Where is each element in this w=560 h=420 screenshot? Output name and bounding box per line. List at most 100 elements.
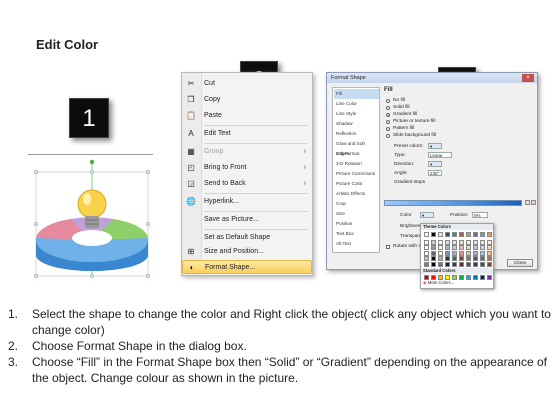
theme-color-swatch[interactable] — [438, 239, 443, 245]
theme-color-swatch[interactable] — [452, 256, 457, 261]
theme-color-swatch[interactable] — [466, 256, 471, 261]
theme-color-swatch[interactable] — [452, 232, 457, 237]
remove-stop-button[interactable] — [531, 200, 536, 205]
menu-item-format-shape[interactable]: ◐ Format Shape... — [182, 260, 312, 274]
standard-color-swatch[interactable] — [466, 275, 471, 280]
theme-color-swatch[interactable] — [480, 239, 485, 245]
radio-pattern-fill[interactable] — [386, 127, 390, 131]
theme-color-swatch[interactable] — [431, 250, 436, 256]
theme-color-swatch[interactable] — [466, 239, 471, 245]
nav-3d-format[interactable]: 3-D Format — [334, 149, 379, 159]
theme-color-swatch[interactable] — [459, 250, 464, 256]
nav-reflection[interactable]: Reflection — [334, 129, 379, 139]
theme-color-swatch[interactable] — [480, 232, 485, 237]
theme-color-swatch[interactable] — [459, 261, 464, 267]
nav-fill[interactable]: Fill — [334, 89, 379, 99]
theme-color-swatch[interactable] — [445, 232, 450, 237]
menu-item-size-position[interactable]: ⊞ Size and Position... — [182, 245, 312, 259]
standard-color-swatch[interactable] — [452, 275, 457, 280]
menu-item-save-as-picture[interactable]: Save as Picture... — [182, 213, 312, 227]
preset-colors-picker[interactable]: ▾ — [428, 143, 442, 149]
theme-color-swatch[interactable] — [487, 245, 492, 250]
theme-color-swatch[interactable] — [424, 245, 429, 250]
theme-color-swatch[interactable] — [424, 256, 429, 261]
nav-3d-rotation[interactable]: 3-D Rotation — [334, 159, 379, 169]
close-icon[interactable]: × — [522, 74, 534, 82]
theme-color-swatch[interactable] — [459, 239, 464, 245]
theme-color-swatch[interactable] — [445, 256, 450, 261]
theme-color-swatch[interactable] — [431, 232, 436, 237]
standard-color-swatch[interactable] — [431, 275, 436, 280]
theme-color-swatch[interactable] — [473, 256, 478, 261]
standard-color-swatch[interactable] — [473, 275, 478, 280]
nav-line-style[interactable]: Line Style — [334, 109, 379, 119]
nav-shadow[interactable]: Shadow — [334, 119, 379, 129]
theme-color-swatch[interactable] — [459, 232, 464, 237]
theme-color-swatch[interactable] — [431, 239, 436, 245]
theme-color-swatch[interactable] — [452, 239, 457, 245]
menu-item-edit-text[interactable]: A Edit Text — [182, 127, 312, 141]
menu-item-hyperlink[interactable]: 🌐 Hyperlink... — [182, 195, 312, 209]
theme-color-swatch[interactable] — [452, 250, 457, 256]
theme-color-swatch[interactable] — [473, 261, 478, 267]
theme-color-swatch[interactable] — [452, 245, 457, 250]
nav-crop[interactable]: Crop — [334, 199, 379, 209]
theme-color-swatch[interactable] — [452, 261, 457, 267]
theme-color-swatch[interactable] — [438, 256, 443, 261]
theme-color-swatch[interactable] — [431, 261, 436, 267]
theme-color-swatch[interactable] — [480, 245, 485, 250]
theme-color-swatch[interactable] — [438, 261, 443, 267]
theme-color-swatch[interactable] — [438, 250, 443, 256]
type-select[interactable]: Linear — [428, 152, 452, 158]
theme-color-swatch[interactable] — [466, 250, 471, 256]
radio-solid-fill[interactable] — [386, 106, 390, 110]
standard-color-swatch[interactable] — [424, 275, 429, 280]
pie-ring-graphic[interactable] — [30, 158, 156, 282]
theme-color-swatch[interactable] — [445, 245, 450, 250]
angle-input[interactable]: 230° — [428, 170, 442, 176]
nav-artistic-effects[interactable]: Artistic Effects — [334, 189, 379, 199]
theme-color-swatch[interactable] — [480, 250, 485, 256]
nav-glow[interactable]: Glow and Soft Edges — [334, 139, 379, 156]
theme-color-swatch[interactable] — [459, 245, 464, 250]
theme-color-swatch[interactable] — [424, 250, 429, 256]
radio-gradient-fill[interactable] — [386, 113, 390, 117]
theme-color-swatch[interactable] — [424, 239, 429, 245]
more-colors-link[interactable]: ◉ More Colors... — [423, 280, 454, 285]
theme-color-swatch[interactable] — [445, 250, 450, 256]
theme-color-swatch[interactable] — [459, 256, 464, 261]
theme-color-swatch[interactable] — [445, 239, 450, 245]
theme-color-swatch[interactable] — [466, 232, 471, 237]
theme-color-swatch[interactable] — [487, 261, 492, 267]
rotate-with-shape-checkbox[interactable] — [386, 245, 390, 249]
nav-alt-text[interactable]: Alt Text — [334, 239, 379, 249]
add-stop-button[interactable] — [525, 200, 530, 205]
menu-item-cut[interactable]: ✂ Cut — [182, 77, 312, 91]
theme-color-swatch[interactable] — [466, 261, 471, 267]
theme-color-swatch[interactable] — [473, 250, 478, 256]
gradient-stops-bar[interactable] — [384, 200, 522, 206]
position-input[interactable]: 0% — [472, 212, 488, 218]
theme-color-swatch[interactable] — [431, 245, 436, 250]
nav-size[interactable]: Size — [334, 209, 379, 219]
theme-color-swatch[interactable] — [424, 261, 429, 267]
theme-color-swatch[interactable] — [473, 232, 478, 237]
close-button[interactable]: Close — [507, 259, 533, 267]
nav-picture-color[interactable]: Picture Color — [334, 179, 379, 189]
theme-color-swatch[interactable] — [431, 256, 436, 261]
theme-color-swatch[interactable] — [473, 245, 478, 250]
theme-color-swatch[interactable] — [487, 239, 492, 245]
theme-color-swatch[interactable] — [438, 232, 443, 237]
nav-position[interactable]: Position — [334, 219, 379, 229]
theme-color-swatch[interactable] — [473, 239, 478, 245]
color-picker-button[interactable]: ▾ — [420, 212, 434, 218]
nav-text-box[interactable]: Text Box — [334, 229, 379, 239]
nav-line-color[interactable]: Line Color — [334, 99, 379, 109]
theme-color-swatch[interactable] — [466, 245, 471, 250]
theme-color-swatch[interactable] — [480, 256, 485, 261]
radio-slide-background-fill[interactable] — [386, 134, 390, 138]
theme-color-swatch[interactable] — [424, 232, 429, 237]
radio-no-fill[interactable] — [386, 99, 390, 103]
theme-color-swatch[interactable] — [480, 261, 485, 267]
theme-color-swatch[interactable] — [487, 250, 492, 256]
